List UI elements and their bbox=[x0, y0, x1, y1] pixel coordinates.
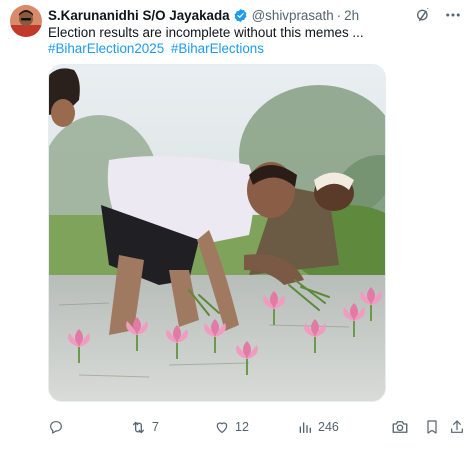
tweet-header: S.Karunanidhi S/O Jayakada @shivprasath … bbox=[48, 6, 462, 24]
camera-button[interactable] bbox=[391, 417, 409, 437]
retweet-icon bbox=[130, 419, 147, 436]
header-actions bbox=[414, 6, 462, 24]
timestamp[interactable]: 2h bbox=[344, 8, 359, 23]
more-icon[interactable] bbox=[444, 6, 462, 24]
hashtag-link[interactable]: #BiharElection2025 bbox=[48, 41, 164, 56]
retweet-button[interactable]: 7 bbox=[130, 417, 159, 437]
separator-dot: · bbox=[336, 7, 342, 23]
views-icon bbox=[297, 419, 313, 435]
share-button[interactable] bbox=[449, 417, 465, 437]
grok-icon[interactable] bbox=[414, 6, 432, 24]
like-icon bbox=[214, 419, 230, 435]
tweet-text: Election results are incomplete without … bbox=[48, 25, 364, 40]
like-button[interactable]: 12 bbox=[214, 417, 249, 437]
views-count: 246 bbox=[318, 420, 339, 434]
reply-icon bbox=[48, 419, 64, 435]
verified-badge-icon bbox=[233, 8, 248, 23]
views-button[interactable]: 246 bbox=[297, 417, 339, 437]
tweet-action-bar: 7 12 246 bbox=[48, 417, 468, 439]
retweet-count: 7 bbox=[152, 420, 159, 434]
hashtag-link[interactable]: #BiharElections bbox=[171, 41, 264, 56]
reply-button[interactable] bbox=[48, 417, 64, 437]
share-icon bbox=[449, 419, 465, 435]
author-name[interactable]: S.Karunanidhi S/O Jayakada bbox=[48, 8, 230, 23]
like-count: 12 bbox=[235, 420, 249, 434]
bookmark-button[interactable] bbox=[424, 417, 440, 437]
tweet-media-image[interactable] bbox=[48, 64, 386, 402]
avatar[interactable] bbox=[10, 5, 42, 37]
hashtag-list: #BiharElection2025 #BiharElections bbox=[48, 40, 267, 57]
bookmark-icon bbox=[424, 419, 440, 435]
camera-icon bbox=[391, 418, 409, 436]
author-handle[interactable]: @shivprasath bbox=[252, 8, 334, 23]
